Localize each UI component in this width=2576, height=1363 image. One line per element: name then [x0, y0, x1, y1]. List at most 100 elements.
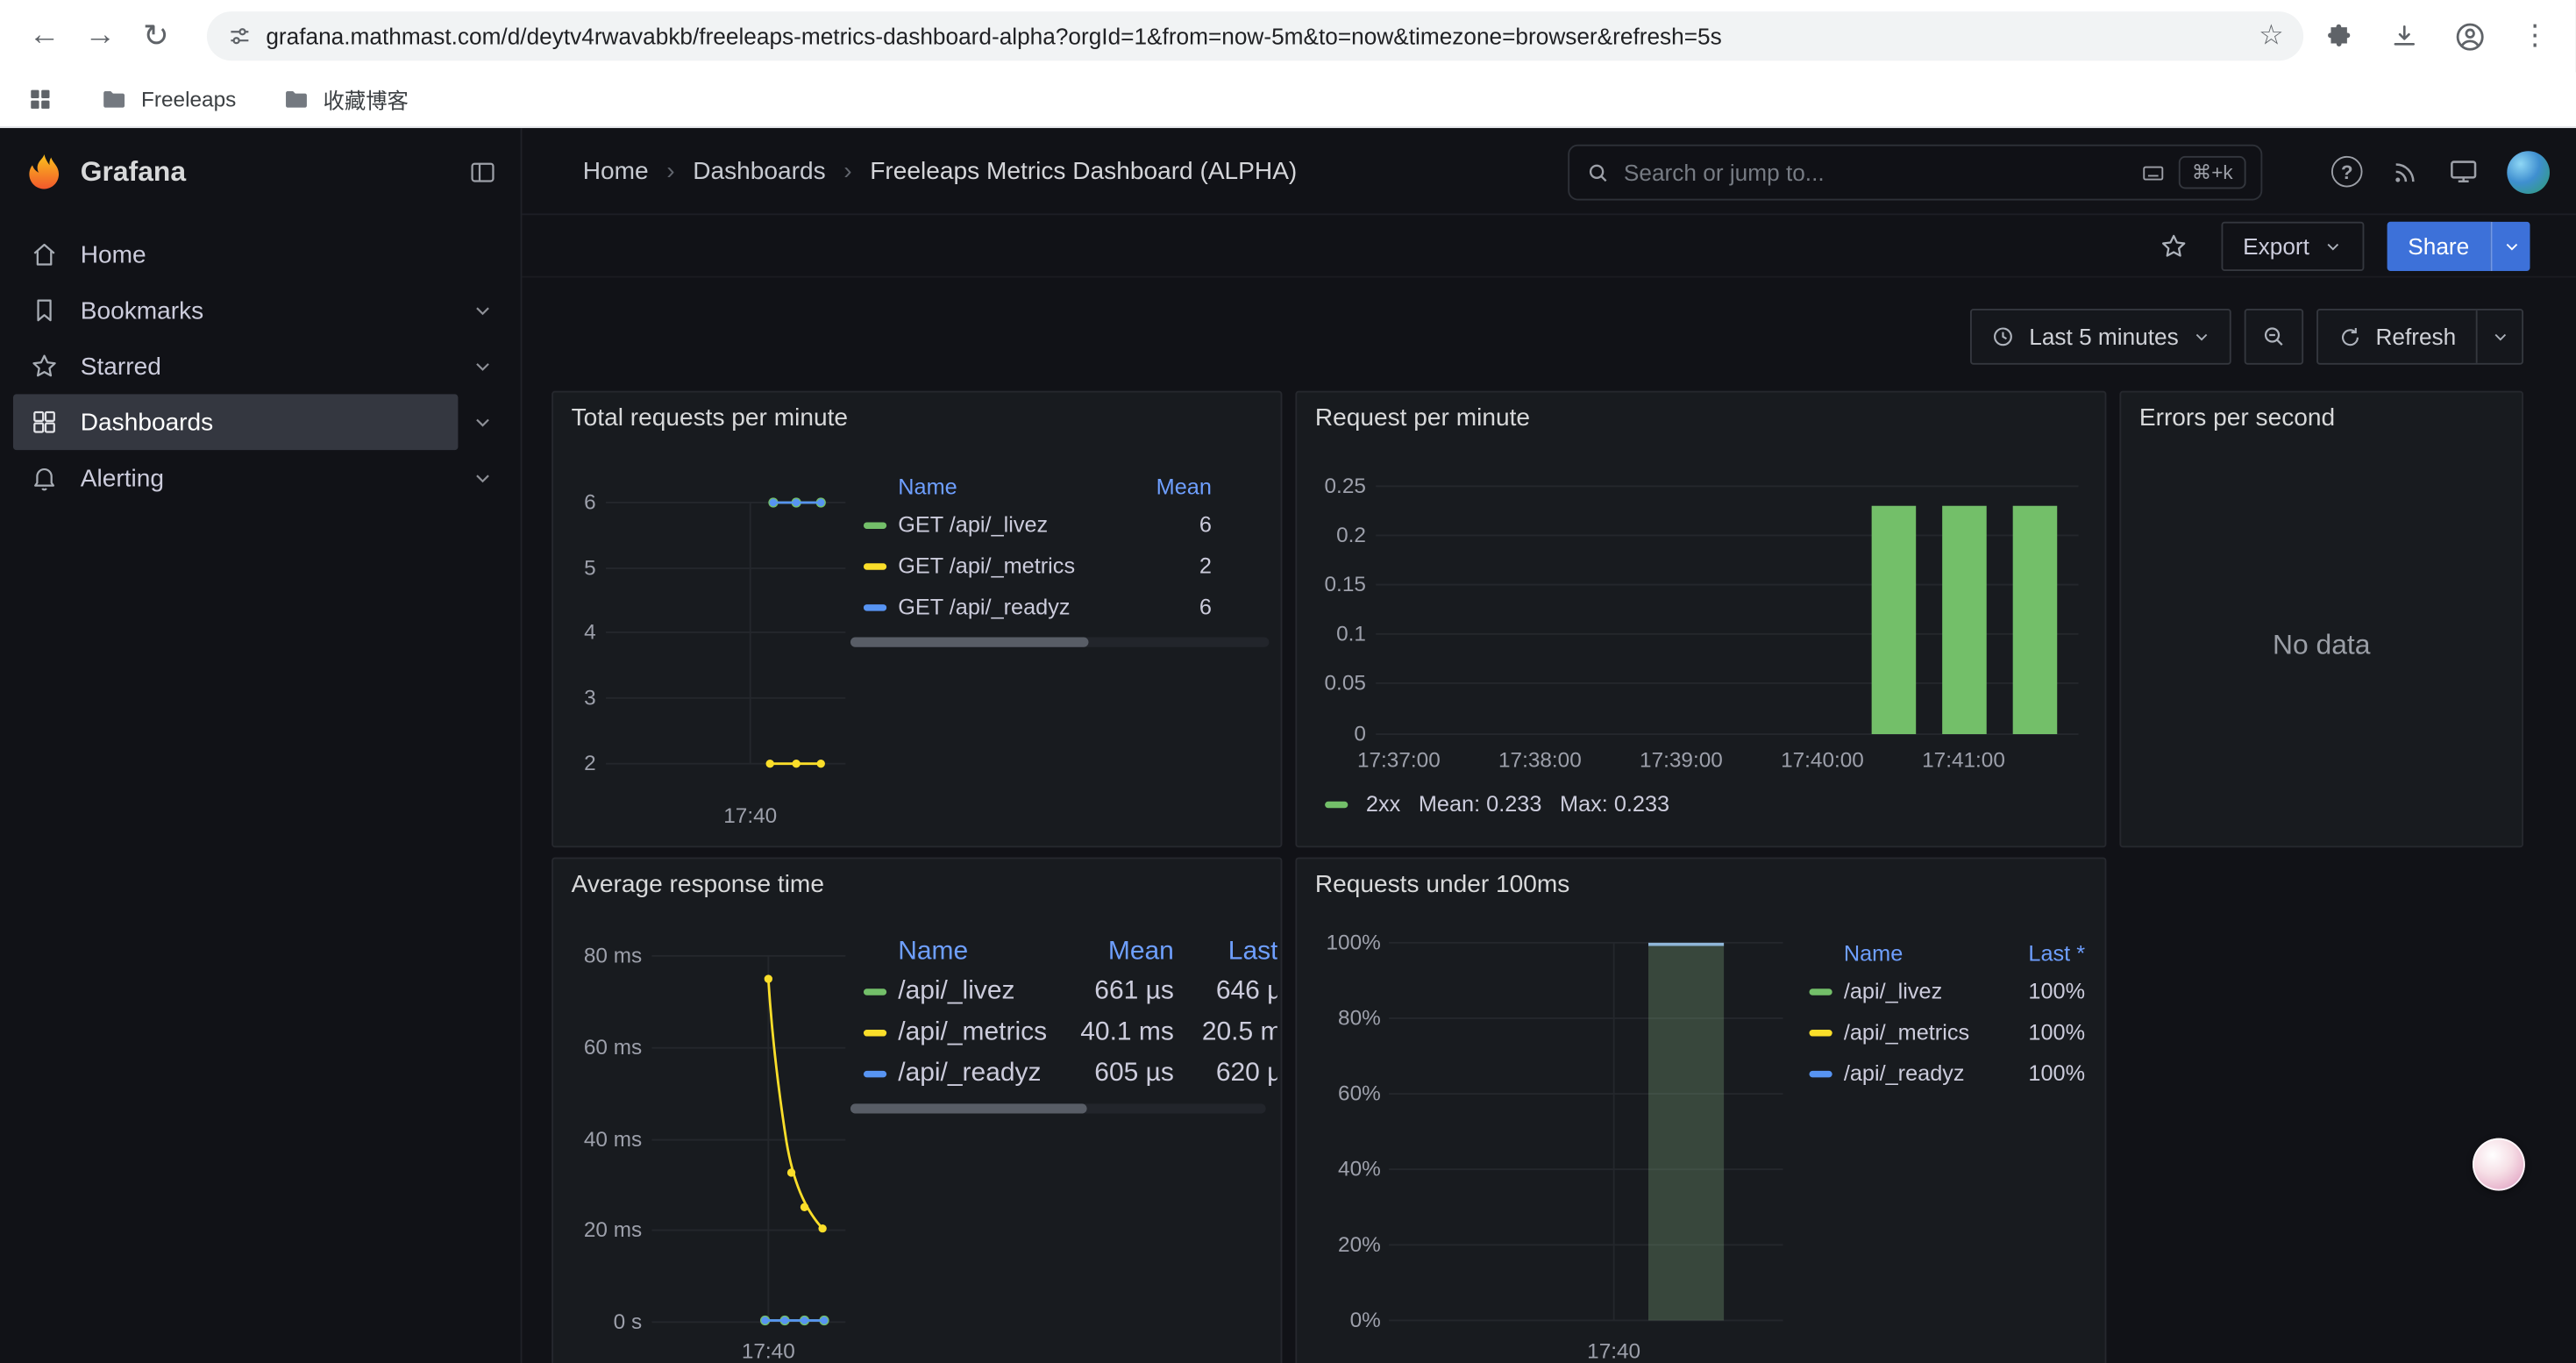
browser-menu-icon[interactable]: ⋮	[2514, 15, 2557, 58]
chevron-down-icon[interactable]	[458, 299, 507, 322]
y-tick: 80 ms	[557, 943, 642, 967]
panel-total-requests: Total requests per minute 6 5 4 3 2 17:4…	[551, 391, 1282, 848]
chevron-down-icon	[2323, 236, 2342, 255]
apps-grid-icon[interactable]	[26, 85, 54, 113]
legend-header: Name Last *	[1797, 934, 2100, 970]
address-bar[interactable]: ☆	[207, 11, 2303, 61]
favorite-star-icon[interactable]	[2149, 221, 2198, 270]
reload-button[interactable]: ↻	[128, 8, 184, 64]
bookmark-folder-blogs[interactable]: 收藏博客	[282, 83, 409, 115]
export-label: Export	[2243, 232, 2309, 259]
help-icon[interactable]: ?	[2331, 156, 2363, 188]
floating-avatar[interactable]	[2473, 1138, 2525, 1191]
y-tick: 0.15	[1300, 572, 1366, 596]
screen: ← → ↻ ☆	[0, 0, 2576, 1363]
legend-col-name[interactable]: Name	[864, 474, 1114, 498]
bookmark-folder-freeleaps[interactable]: Freeleaps	[100, 85, 236, 113]
legend-header: Name Mean	[850, 468, 1269, 504]
legend-row: /api/_readyz 605 µs 620 µs	[850, 1053, 1277, 1094]
sidebar-link-bookmarks[interactable]: Bookmarks	[13, 282, 458, 339]
sidebar-item-label: Home	[81, 240, 146, 268]
series-name[interactable]: /api/_metrics	[1844, 1020, 1987, 1045]
legend-scrollbar[interactable]	[850, 638, 1269, 647]
breadcrumb-home[interactable]: Home	[583, 158, 649, 186]
series-name[interactable]: GET /api/_livez	[898, 512, 1113, 537]
series-swatch	[864, 603, 886, 610]
zoom-out-button[interactable]	[2245, 309, 2303, 365]
profile-icon[interactable]	[2448, 15, 2491, 58]
sidebar-link-home[interactable]: Home	[13, 226, 508, 282]
search-box[interactable]: ⌘+k	[1568, 145, 2262, 201]
refresh-interval-dropdown[interactable]	[2476, 310, 2522, 363]
back-button[interactable]: ←	[17, 8, 73, 64]
chevron-down-icon[interactable]	[458, 410, 507, 433]
x-tick: 17:41:00	[1910, 747, 2018, 772]
series-name[interactable]: /api/_readyz	[1844, 1061, 1987, 1086]
sidebar-link-starred[interactable]: Starred	[13, 339, 458, 395]
series-name[interactable]: GET /api/_readyz	[898, 595, 1113, 619]
legend-col-last[interactable]: Last *	[1174, 938, 1277, 967]
site-settings-icon[interactable]	[226, 23, 253, 49]
legend-col-mean[interactable]: Mean	[1072, 938, 1174, 967]
monitor-icon[interactable]	[2448, 156, 2480, 188]
y-tick: 40%	[1300, 1156, 1381, 1181]
series-name[interactable]: /api/_metrics	[898, 1017, 1071, 1047]
time-range-picker[interactable]: Last 5 minutes	[1970, 309, 2231, 365]
legend-header: Name Mean Last *	[850, 934, 1277, 970]
series-name[interactable]: /api/_livez	[898, 976, 1071, 1006]
x-tick: 17:39:00	[1627, 747, 1736, 772]
forward-icon: →	[84, 18, 116, 54]
series-name[interactable]: 2xx	[1366, 792, 1400, 817]
url-input[interactable]	[266, 23, 2255, 49]
legend-col-mean[interactable]: Mean	[1114, 474, 1212, 498]
panel-title[interactable]: Requests under 100ms	[1315, 870, 1569, 898]
chevron-down-icon[interactable]	[458, 467, 507, 489]
export-button[interactable]: Export	[2222, 221, 2364, 270]
series-name[interactable]: /api/_livez	[1844, 979, 1987, 1003]
panel-title[interactable]: Request per minute	[1315, 404, 1530, 432]
extensions-icon[interactable]	[2316, 15, 2359, 58]
dashboards-grid-icon	[30, 407, 60, 437]
sidebar-link-dashboards[interactable]: Dashboards	[13, 394, 458, 450]
user-avatar[interactable]	[2507, 150, 2550, 193]
search-input[interactable]	[1624, 160, 2128, 186]
share-dropdown-button[interactable]	[2491, 221, 2530, 270]
legend-scrollbar-thumb[interactable]	[850, 1103, 1087, 1113]
panel-title[interactable]: Errors per second	[2139, 404, 2335, 432]
breadcrumb-dashboards[interactable]: Dashboards	[693, 158, 825, 186]
sidebar-collapse-icon[interactable]	[468, 158, 498, 188]
news-rss-icon[interactable]	[2390, 157, 2420, 187]
chevron-down-icon[interactable]	[458, 354, 507, 377]
grafana-logo-icon[interactable]	[26, 153, 62, 192]
sidebar-nav: Home Bookmarks	[0, 217, 521, 506]
x-tick: 17:40:00	[1768, 747, 1877, 772]
panel-legend: Name Mean GET /api/_livez 6 GET /api/_me…	[850, 468, 1269, 647]
x-tick: 17:40	[709, 803, 792, 828]
legend-scrollbar-thumb[interactable]	[850, 638, 1089, 647]
refresh-icon	[2338, 325, 2362, 349]
series-last: 20.5 ms	[1174, 1017, 1277, 1047]
download-icon[interactable]	[2382, 15, 2425, 58]
x-tick: 17:40	[1573, 1338, 1655, 1363]
share-button[interactable]: Share	[2387, 221, 2491, 270]
chevron-down-icon	[2192, 327, 2211, 346]
y-tick: 20%	[1300, 1231, 1381, 1256]
panel-title[interactable]: Average response time	[572, 870, 824, 898]
forward-button[interactable]: →	[72, 8, 128, 64]
zoom-out-icon	[2260, 324, 2287, 350]
search-shortcut-badge: ⌘+k	[2179, 156, 2246, 189]
legend-col-name[interactable]: Name	[864, 938, 1072, 967]
grafana-topbar: Home › Dashboards › Freeleaps Metrics Da…	[522, 128, 2575, 215]
refresh-button[interactable]: Refresh	[2318, 310, 2476, 363]
keyboard-icon	[2141, 161, 2166, 185]
bookmark-star-icon[interactable]: ☆	[2255, 19, 2287, 52]
panel-title[interactable]: Total requests per minute	[572, 404, 848, 432]
panel-legend: 2xx Mean: 0.233 Max: 0.233	[1325, 792, 1669, 817]
legend-col-name[interactable]: Name	[1809, 940, 1986, 965]
legend-col-last[interactable]: Last *	[1987, 940, 2085, 965]
series-name[interactable]: /api/_readyz	[898, 1059, 1071, 1088]
series-name[interactable]: GET /api/_metrics	[898, 553, 1113, 578]
breadcrumb-separator: ›	[666, 158, 674, 186]
legend-scrollbar[interactable]	[850, 1103, 1266, 1113]
sidebar-link-alerting[interactable]: Alerting	[13, 450, 458, 506]
